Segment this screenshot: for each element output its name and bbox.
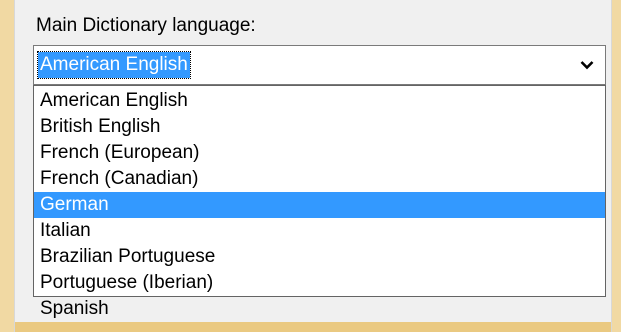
option-american-english[interactable]: American English (34, 88, 605, 114)
combobox-selected-value: American English (37, 51, 191, 79)
option-french-european[interactable]: French (European) (34, 140, 605, 166)
chevron-down-icon (580, 61, 594, 70)
dictionary-language-dropdown-list: American English British English French … (33, 85, 606, 319)
dictionary-language-label: Main Dictionary language: (36, 15, 256, 36)
option-portuguese-iberian[interactable]: Portuguese (Iberian) (34, 270, 605, 296)
option-brazilian-portuguese[interactable]: Brazilian Portuguese (34, 244, 605, 270)
dropdown-arrow-button[interactable] (570, 47, 604, 83)
option-german[interactable]: German (34, 192, 605, 218)
option-british-english[interactable]: British English (34, 114, 605, 140)
option-french-canadian[interactable]: French (Canadian) (34, 166, 605, 192)
option-italian[interactable]: Italian (34, 218, 605, 244)
panel-bottom-border (15, 322, 611, 332)
dictionary-language-combobox[interactable]: American English (33, 45, 606, 85)
option-spanish[interactable]: Spanish (34, 296, 605, 322)
